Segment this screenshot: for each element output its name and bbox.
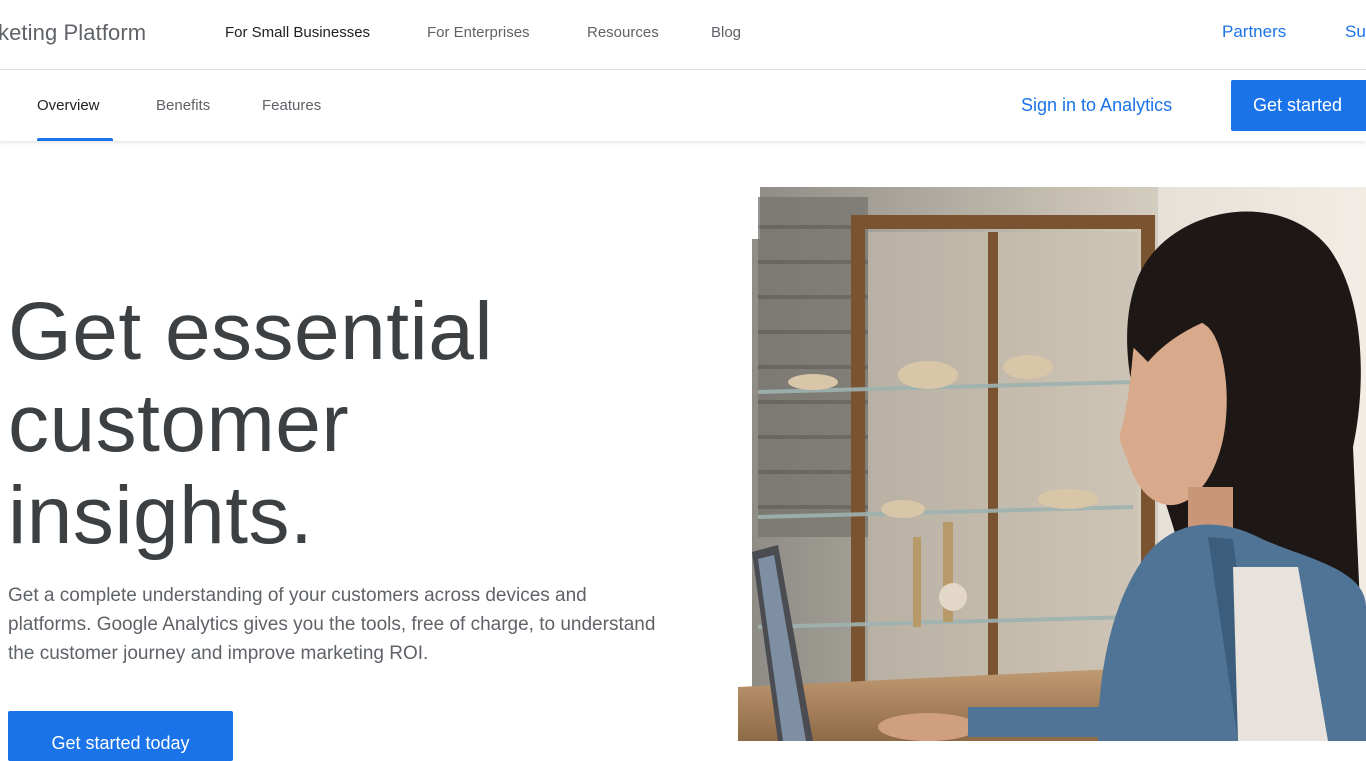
hero-title-line-2: customer xyxy=(8,378,350,469)
partners-link[interactable]: Partners xyxy=(1222,22,1286,42)
active-tab-indicator xyxy=(37,138,113,141)
nav-resources[interactable]: Resources xyxy=(587,24,659,41)
hero-title-line-3: insights. xyxy=(8,470,314,561)
hero-title-line-1: Get essential xyxy=(8,286,494,377)
tab-overview[interactable]: Overview xyxy=(37,97,100,114)
top-navigation-bar: keting Platform For Small Businesses For… xyxy=(0,0,1366,70)
hero-photo-illustration xyxy=(738,187,1366,741)
sign-in-link[interactable]: Sign in to Analytics xyxy=(1021,95,1172,116)
hero-title: Get essential customer insights. xyxy=(8,286,648,562)
hero-description: Get a complete understanding of your cus… xyxy=(8,585,656,664)
get-started-button[interactable]: Get started xyxy=(1231,80,1366,131)
support-link[interactable]: Su xyxy=(1345,22,1366,42)
nav-blog[interactable]: Blog xyxy=(711,24,741,41)
get-started-today-button[interactable]: Get started today xyxy=(8,711,233,761)
nav-for-small-businesses[interactable]: For Small Businesses xyxy=(225,24,370,41)
nav-for-enterprises[interactable]: For Enterprises xyxy=(427,24,530,41)
brand-logo-text[interactable]: keting Platform xyxy=(0,20,146,46)
product-subnav-bar: Overview Benefits Features Sign in to An… xyxy=(0,70,1366,141)
hero-photo-woman-at-laptop xyxy=(738,187,1366,741)
tab-features[interactable]: Features xyxy=(262,97,321,114)
tab-benefits[interactable]: Benefits xyxy=(156,97,210,114)
